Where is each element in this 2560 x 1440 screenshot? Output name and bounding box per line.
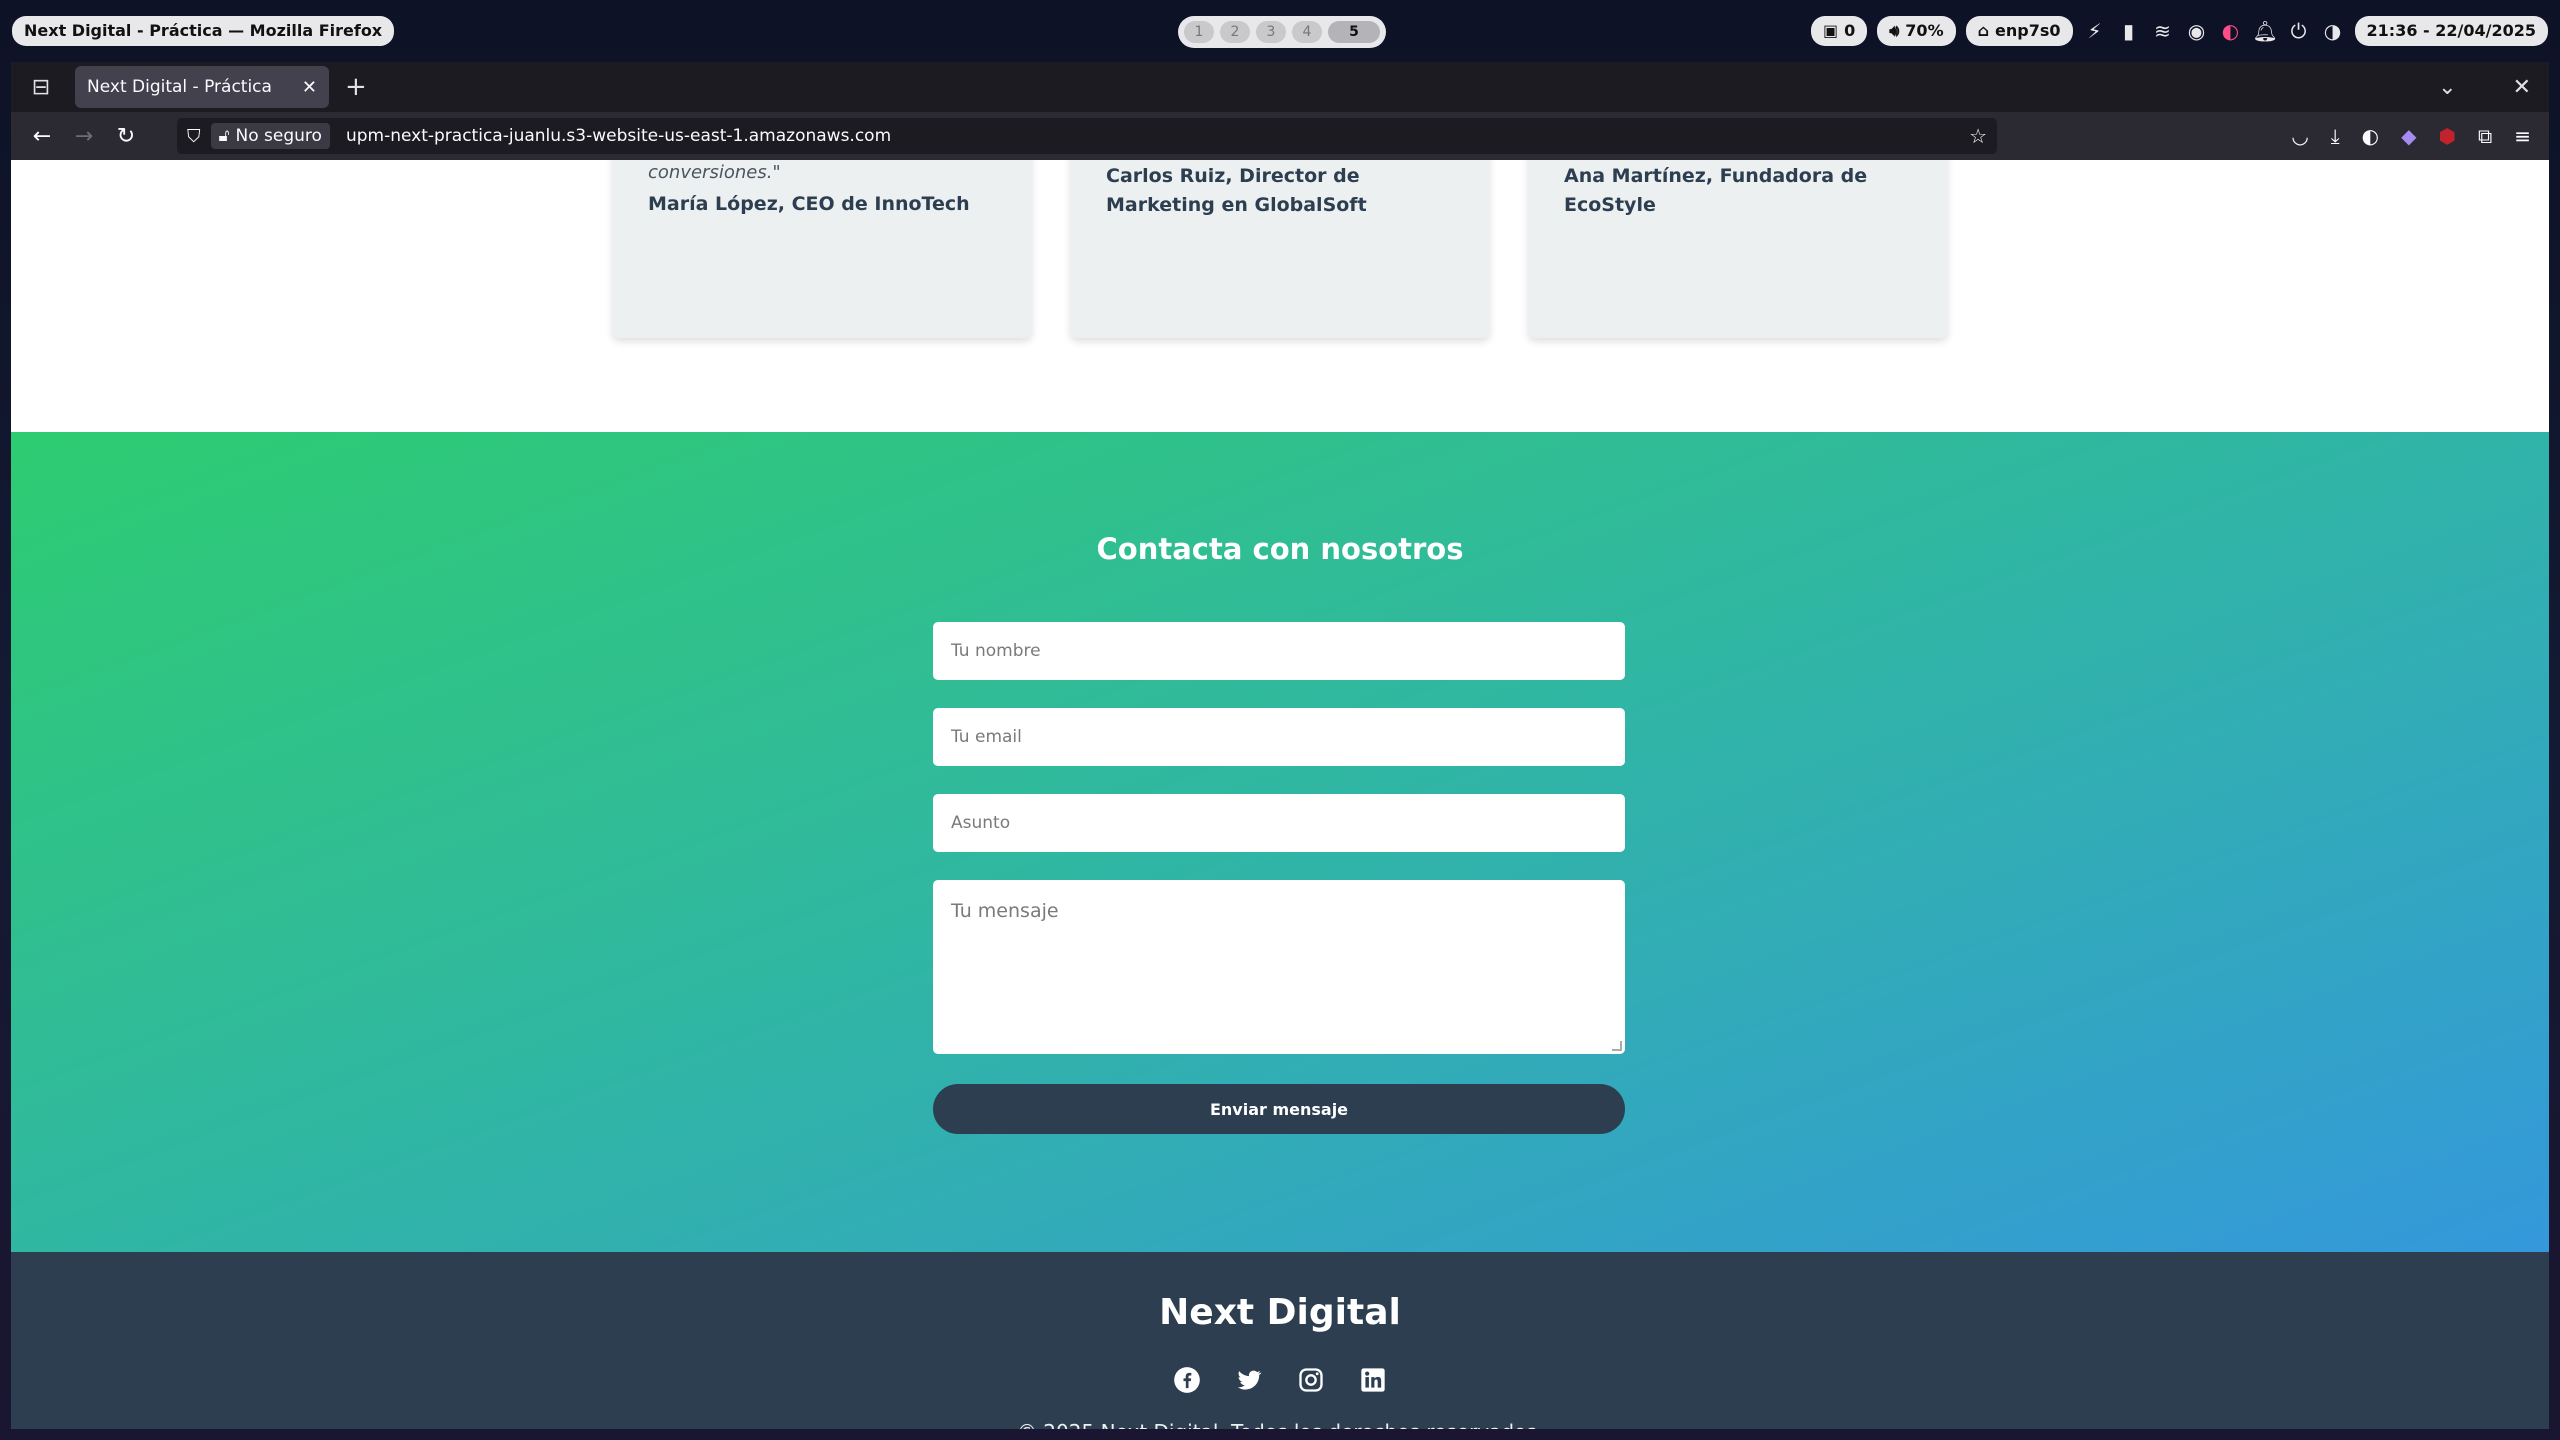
tab-bar: ⊟ Next Digital - Práctica ✕ + ⌄ ✕	[11, 62, 2549, 112]
browser-window: ⊟ Next Digital - Práctica ✕ + ⌄ ✕ ← → ↻ …	[11, 62, 2549, 1429]
testimonial-author: Ana Martínez, Fundadora de EcoStyle	[1564, 165, 1868, 216]
facebook-icon[interactable]	[1173, 1366, 1201, 1394]
contact-title: Contacta con nosotros	[1096, 532, 1464, 566]
workspace-switcher: 1 2 3 4 5	[1178, 16, 1386, 48]
back-button[interactable]: ←	[21, 124, 63, 149]
twitter-icon[interactable]	[1235, 1366, 1263, 1394]
social-links	[11, 1366, 2549, 1394]
address-bar[interactable]: ⛉ 🔓︎ No seguro upm-next-practica-juanlu.…	[177, 118, 1997, 154]
volume-indicator[interactable]: 🔊︎ 70%	[1877, 16, 1956, 46]
testimonial-author: María López, CEO de InnoTech	[648, 193, 970, 215]
message-placeholder: Tu mensaje	[951, 900, 1059, 922]
instagram-icon[interactable]	[1297, 1366, 1325, 1394]
bookmark-star-icon[interactable]: ☆	[1969, 124, 1987, 148]
email-placeholder: Tu email	[951, 727, 1022, 747]
downloads-icon[interactable]: ⤓	[2331, 124, 2340, 148]
clock[interactable]: 21:36 - 22/04/2025	[2354, 16, 2548, 46]
testimonial-author: Carlos Ruiz, Director de Marketing en Gl…	[1106, 165, 1367, 216]
workspace-1[interactable]: 1	[1184, 21, 1214, 43]
power-icon[interactable]: ⏻	[2287, 19, 2311, 43]
tab-overview-icon[interactable]: ⊟	[21, 75, 61, 100]
notification-counter[interactable]: ▣ 0	[1810, 16, 1868, 46]
name-input[interactable]: Tu nombre	[933, 622, 1625, 680]
contact-section: Contacta con nosotros Tu nombre Tu email…	[11, 432, 2549, 1252]
subject-input[interactable]: Asunto	[933, 794, 1625, 852]
testimonial-card: Carlos Ruiz, Director de Marketing en Gl…	[1070, 160, 1490, 338]
security-indicator[interactable]: 🔓︎ No seguro	[210, 123, 330, 149]
window-title: Next Digital - Práctica — Mozilla Firefo…	[12, 16, 395, 46]
extension-dark-icon[interactable]: ◐	[2362, 124, 2379, 148]
workspace-3[interactable]: 3	[1256, 21, 1286, 43]
close-tab-icon[interactable]: ✕	[302, 77, 317, 98]
tab-title: Next Digital - Práctica	[87, 77, 272, 97]
extensions-icon[interactable]: ⧉	[2478, 124, 2492, 148]
color-picker-icon[interactable]: ◐	[2219, 19, 2243, 43]
linkedin-icon[interactable]	[1359, 1366, 1387, 1394]
testimonial-quote: conversiones."	[648, 162, 781, 183]
message-textarea[interactable]: Tu mensaje	[933, 880, 1625, 1054]
testimonial-card: conversiones." María López, CEO de InnoT…	[612, 160, 1032, 338]
layers-icon[interactable]: ≋	[2151, 19, 2175, 43]
active-tab[interactable]: Next Digital - Práctica ✕	[75, 66, 329, 108]
bell-icon[interactable]: 🔔︎	[2253, 19, 2278, 43]
workspace-4[interactable]: 4	[1292, 21, 1322, 43]
testimonial-card: Ana Martínez, Fundadora de EcoStyle	[1528, 160, 1948, 338]
menu-icon[interactable]: ≡	[2514, 124, 2531, 148]
ublock-icon[interactable]: ⬢	[2438, 124, 2455, 148]
list-tabs-icon[interactable]: ⌄	[2438, 75, 2456, 100]
discord-icon[interactable]: ◉	[2185, 19, 2209, 43]
lock-icon: 🔓︎	[218, 126, 230, 146]
new-tab-button[interactable]: +	[345, 72, 367, 102]
shield-icon[interactable]: ⛉	[187, 126, 201, 147]
stats-icon[interactable]: ▮	[2117, 19, 2141, 43]
resize-handle[interactable]	[1612, 1041, 1622, 1051]
subject-placeholder: Asunto	[951, 813, 1011, 833]
close-window-icon[interactable]: ✕	[2513, 75, 2531, 100]
network-icon: ⌂	[1977, 21, 1990, 40]
email-input[interactable]: Tu email	[933, 708, 1625, 766]
page-footer: Next Digital © 2025 Next Digital. Todos …	[11, 1252, 2549, 1429]
forward-button[interactable]: →	[63, 124, 105, 149]
reload-button[interactable]: ↻	[105, 124, 147, 149]
notification-icon: ▣	[1822, 21, 1839, 40]
theme-icon[interactable]: ◑	[2321, 19, 2345, 43]
footer-brand: Next Digital	[1159, 1292, 1401, 1333]
speaker-icon: 🔊︎	[1889, 21, 1900, 40]
copyright-text: © 2025 Next Digital. Todos los derechos …	[11, 1420, 2549, 1429]
workspace-2[interactable]: 2	[1220, 21, 1250, 43]
testimonials-section: conversiones." María López, CEO de InnoT…	[11, 160, 2549, 432]
send-message-button[interactable]: Enviar mensaje	[933, 1084, 1625, 1134]
extension-diamond-icon[interactable]: ◆	[2401, 124, 2416, 148]
page-viewport: conversiones." María López, CEO de InnoT…	[11, 160, 2549, 1429]
power-profile-icon[interactable]: ⚡	[2083, 19, 2107, 43]
workspace-5[interactable]: 5	[1328, 21, 1380, 43]
network-indicator[interactable]: ⌂ enp7s0	[1965, 16, 2073, 46]
pocket-icon[interactable]: ◡	[2291, 124, 2308, 148]
name-placeholder: Tu nombre	[951, 641, 1041, 661]
url-text[interactable]: upm-next-practica-juanlu.s3-website-us-e…	[346, 126, 891, 146]
navigation-bar: ← → ↻ ⛉ 🔓︎ No seguro upm-next-practica-j…	[11, 112, 2549, 160]
